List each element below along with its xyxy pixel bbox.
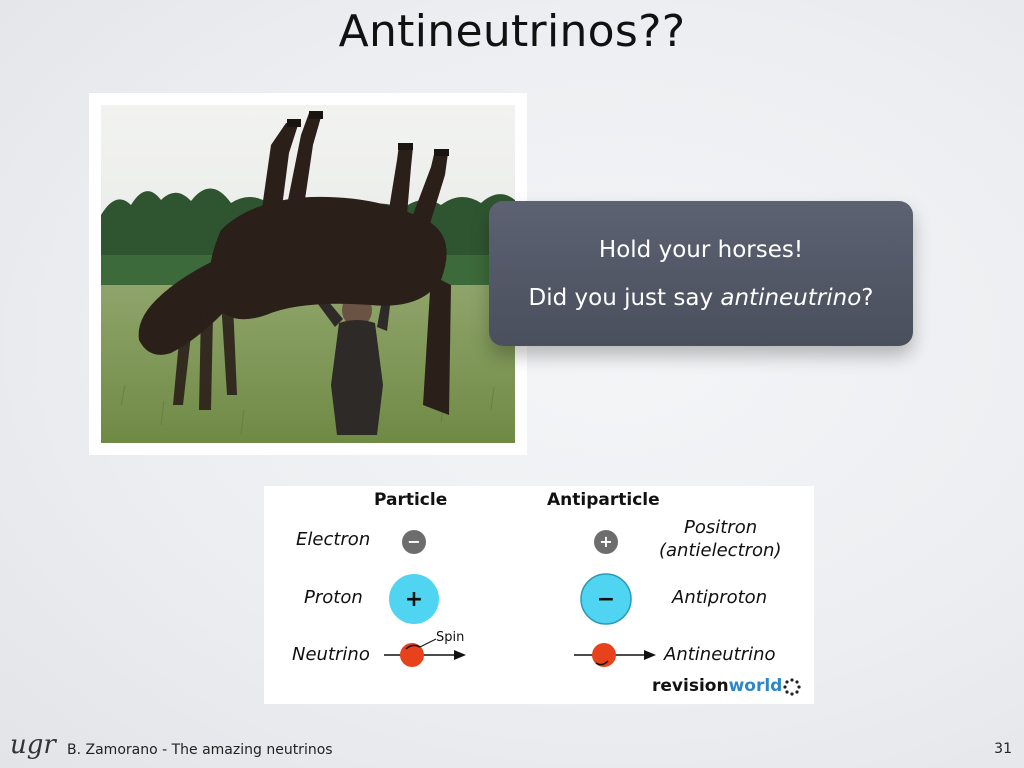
spinner-icon <box>783 678 801 696</box>
brand-color: world <box>728 676 783 696</box>
antiproton-sign: − <box>597 587 615 612</box>
positron-icon: + <box>594 530 618 554</box>
row-proton-label: Proton <box>304 587 363 608</box>
callout-line2-suffix: ? <box>861 285 874 311</box>
horse-photo-illustration <box>101 105 515 443</box>
header-particle: Particle <box>374 490 448 510</box>
callout-box: Hold your horses! Did you just say antin… <box>489 201 913 346</box>
row-electron-label: Electron <box>296 529 371 550</box>
antiproton-icon: − <box>580 573 632 625</box>
row-neutrino-label: Neutrino <box>292 644 370 665</box>
particle-antiparticle-table: Particle Antiparticle Electron − + Posit… <box>264 486 814 704</box>
electron-sign: − <box>407 532 420 551</box>
antiproton-label: Antiproton <box>672 587 768 608</box>
slide-title: Antineutrinos?? <box>338 6 686 57</box>
antineutrino-label: Antineutrino <box>664 644 776 665</box>
ugr-logo: ugr <box>10 730 56 760</box>
callout-emphasis: antineutrino <box>720 285 862 311</box>
callout-line1: Hold your horses! <box>598 237 804 263</box>
callout-line2: Did you just say antineutrino? <box>489 285 913 311</box>
page-number: 31 <box>994 741 1012 757</box>
horse-photo <box>89 93 527 455</box>
revisionworld-logo: revisionworld <box>652 676 782 696</box>
brand-bold: revision <box>652 676 729 696</box>
header-antiparticle: Antiparticle <box>547 490 660 510</box>
spin-label: Spin <box>436 630 465 645</box>
electron-icon: − <box>402 530 426 554</box>
antielectron-label: (antielectron) <box>659 540 782 561</box>
footer-text: B. Zamorano - The amazing neutrinos <box>67 742 333 758</box>
proton-icon: + <box>389 574 439 624</box>
callout-line2-prefix: Did you just say <box>528 285 721 311</box>
positron-sign: + <box>599 532 612 551</box>
positron-label: Positron <box>684 517 758 538</box>
antineutrino-icon <box>574 643 656 667</box>
proton-sign: + <box>405 587 423 612</box>
